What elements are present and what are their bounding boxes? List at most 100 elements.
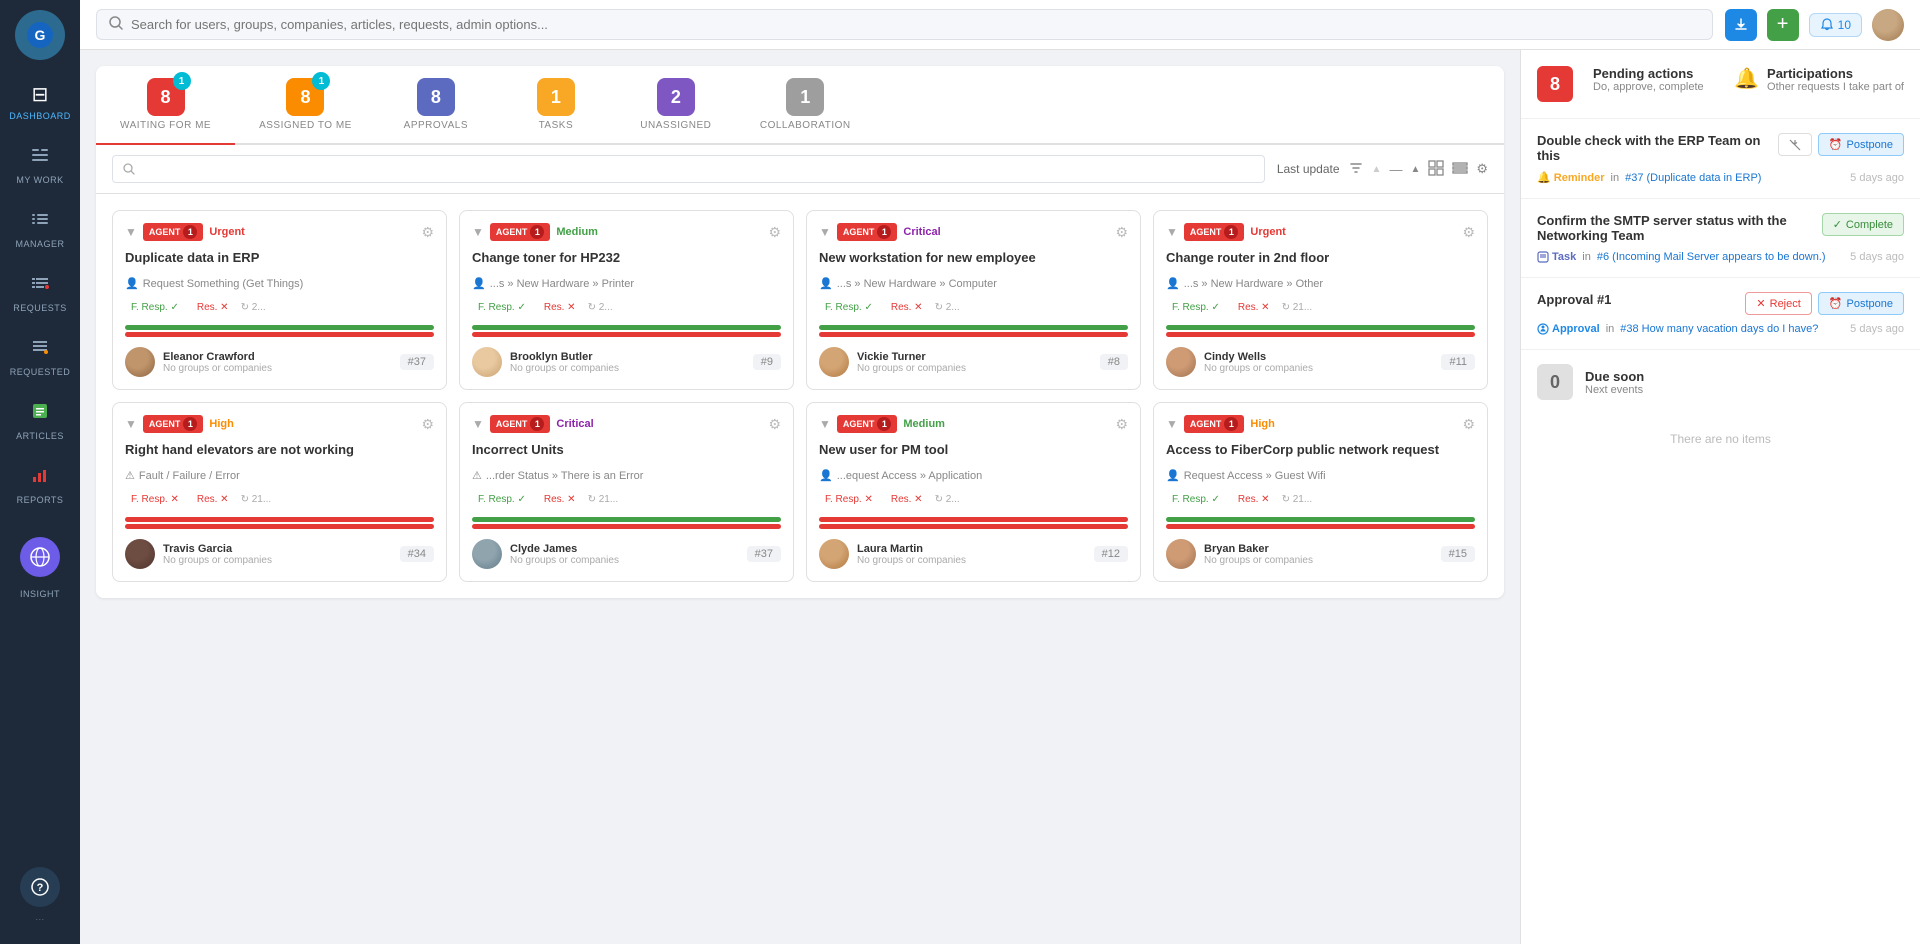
ticket-card-6[interactable]: ▼ AGENT 1 Critical ⚙ Incorrect Units ⚠ . xyxy=(459,402,794,582)
card3-user-name: Vickie Turner xyxy=(857,351,1092,363)
pending-count-badge: 8 xyxy=(1537,66,1573,102)
action2-meta-type: Task xyxy=(1537,251,1576,263)
card1-agent-num: 1 xyxy=(183,225,197,239)
topbar-actions: + 10 xyxy=(1725,9,1904,41)
cards-search-icon xyxy=(123,163,135,175)
card5-gear[interactable]: ⚙ xyxy=(421,416,434,433)
tab-unassigned[interactable]: 2 UNASSIGNED xyxy=(616,66,736,145)
tab-waiting-count: 8 1 xyxy=(147,78,185,116)
card1-progress-green xyxy=(125,325,434,330)
tab-waiting-for-me[interactable]: 8 1 WAITING FOR ME xyxy=(96,66,235,145)
card7-path: 👤 ...equest Access » Application xyxy=(819,469,1128,482)
content-area: 8 1 WAITING FOR ME 8 1 xyxy=(80,50,1920,944)
ticket-card-4[interactable]: ▼ AGENT 1 Urgent ⚙ Change router in 2nd … xyxy=(1153,210,1488,390)
action2-title: Confirm the SMTP server status with the … xyxy=(1537,213,1812,243)
action3-reject-button[interactable]: ✕ Reject xyxy=(1745,292,1811,315)
card4-gear[interactable]: ⚙ xyxy=(1462,224,1475,241)
sidebar-item-dashboard[interactable]: ⊟ DASHBOARD xyxy=(0,72,80,131)
download-button[interactable] xyxy=(1725,9,1757,41)
tab-unassigned-count: 2 xyxy=(657,78,695,116)
sidebar-item-requests[interactable]: REQUESTS xyxy=(0,263,80,323)
card7-gear[interactable]: ⚙ xyxy=(1115,416,1128,433)
card8-arrow: ▼ xyxy=(1166,417,1178,431)
card2-progress-red xyxy=(472,332,781,337)
card1-gear[interactable]: ⚙ xyxy=(421,224,434,241)
cards-search-input[interactable] xyxy=(143,162,1254,176)
requests-icon xyxy=(30,273,50,299)
card4-priority: Urgent xyxy=(1250,226,1285,238)
sidebar-item-insight[interactable]: INSIGHT xyxy=(0,519,80,609)
main-card: 8 1 WAITING FOR ME 8 1 xyxy=(96,66,1504,598)
card3-gear[interactable]: ⚙ xyxy=(1115,224,1128,241)
card2-title: Change toner for HP232 xyxy=(472,249,781,267)
action3-postpone-button[interactable]: ⏰ Postpone xyxy=(1818,292,1904,315)
card6-user-sub: No groups or companies xyxy=(510,555,739,566)
card7-recycle: ↻ 2... xyxy=(935,494,960,505)
sort-icon[interactable] xyxy=(1348,160,1364,179)
ticket-card-5[interactable]: ▼ AGENT 1 High ⚙ Right hand elevators ar… xyxy=(112,402,447,582)
action1-meta-ref[interactable]: #37 (Duplicate data in ERP) xyxy=(1625,172,1761,184)
complete-check-icon: ✓ xyxy=(1833,218,1842,231)
ticket-card-3[interactable]: ▼ AGENT 1 Critical ⚙ New workstation for… xyxy=(806,210,1141,390)
sidebar-item-my-work[interactable]: MY WORK xyxy=(0,135,80,195)
add-button[interactable]: + xyxy=(1767,9,1799,41)
action3-meta-ref[interactable]: #38 How many vacation days do I have? xyxy=(1620,323,1818,335)
card6-progress-green xyxy=(472,517,781,522)
tab-assigned-to-me[interactable]: 8 1 ASSIGNED TO ME xyxy=(235,66,376,145)
card2-arrow: ▼ xyxy=(472,225,484,239)
card2-agent-num: 1 xyxy=(530,225,544,239)
action2-meta-ref[interactable]: #6 (Incoming Mail Server appears to be d… xyxy=(1597,251,1826,263)
help-icon[interactable]: ? xyxy=(20,867,60,907)
card2-progress-green xyxy=(472,325,781,330)
card3-path-icon: 👤 xyxy=(819,277,833,290)
ticket-card-1[interactable]: ▼ AGENT 1 Urgent ⚙ Duplicate data in ERP… xyxy=(112,210,447,390)
bell-icon: 🔔 xyxy=(1734,66,1759,91)
settings-icon[interactable]: ⚙ xyxy=(1476,161,1488,177)
notifications-count[interactable]: 10 xyxy=(1809,13,1862,37)
ticket-card-7[interactable]: ▼ AGENT 1 Medium ⚙ New user for PM tool … xyxy=(806,402,1141,582)
ticket-card-2[interactable]: ▼ AGENT 1 Medium ⚙ Change toner for HP23… xyxy=(459,210,794,390)
card3-ticket: #8 xyxy=(1100,354,1128,370)
card3-path: 👤 ...s » New Hardware » Computer xyxy=(819,277,1128,290)
cards-search-container xyxy=(112,155,1265,183)
card5-agent-num: 1 xyxy=(183,417,197,431)
no-items-message: There are no items xyxy=(1537,412,1904,466)
card5-arrow: ▼ xyxy=(125,417,137,431)
card1-agent-badge: AGENT 1 xyxy=(143,223,204,241)
sidebar-item-reports[interactable]: REPORTS xyxy=(0,455,80,515)
action1-postpone-button[interactable]: ⏰ Postpone xyxy=(1818,133,1904,156)
card5-user-sub: No groups or companies xyxy=(163,555,392,566)
avatar-image xyxy=(1872,9,1904,41)
tab-tasks[interactable]: 1 TASKS xyxy=(496,66,616,145)
global-search-input[interactable] xyxy=(131,17,1700,32)
card8-user-name: Bryan Baker xyxy=(1204,543,1433,555)
ticket-card-8[interactable]: ▼ AGENT 1 High ⚙ Access to FiberCorp pub… xyxy=(1153,402,1488,582)
card7-title: New user for PM tool xyxy=(819,441,1128,459)
expand-icon[interactable] xyxy=(1428,160,1444,179)
right-panel: 8 Pending actions Do, approve, complete … xyxy=(1520,50,1920,944)
card2-path-icon: 👤 xyxy=(472,277,486,290)
card4-agent-badge: AGENT 1 xyxy=(1184,223,1245,241)
action2-complete-button[interactable]: ✓ Complete xyxy=(1822,213,1904,236)
card6-gear[interactable]: ⚙ xyxy=(768,416,781,433)
card1-recycle: ↻ 2... xyxy=(241,302,266,313)
card8-gear[interactable]: ⚙ xyxy=(1462,416,1475,433)
right-panel-header: 8 Pending actions Do, approve, complete … xyxy=(1521,50,1920,119)
card2-gear[interactable]: ⚙ xyxy=(768,224,781,241)
tab-approvals[interactable]: 8 APPROVALS xyxy=(376,66,496,145)
card1-priority: Urgent xyxy=(209,226,244,238)
card6-path: ⚠ ...rder Status » There is an Error xyxy=(472,469,781,482)
search-container xyxy=(96,9,1713,40)
tab-unassigned-label: UNASSIGNED xyxy=(640,120,711,131)
user-avatar[interactable] xyxy=(1872,9,1904,41)
sidebar-item-articles[interactable]: ARTICLES xyxy=(0,391,80,451)
card7-ticket: #12 xyxy=(1094,546,1128,562)
sidebar-item-requested[interactable]: REQUESTED xyxy=(0,327,80,387)
list-view-icon[interactable] xyxy=(1452,160,1468,179)
app-logo: G xyxy=(15,10,65,60)
tab-collaboration[interactable]: 1 COLLABORATION xyxy=(736,66,875,145)
card5-progress1 xyxy=(125,517,434,522)
sidebar-item-manager[interactable]: MANAGER xyxy=(0,199,80,259)
action1-meta-time: 5 days ago xyxy=(1850,172,1904,184)
action1-mute-button[interactable] xyxy=(1778,133,1812,156)
